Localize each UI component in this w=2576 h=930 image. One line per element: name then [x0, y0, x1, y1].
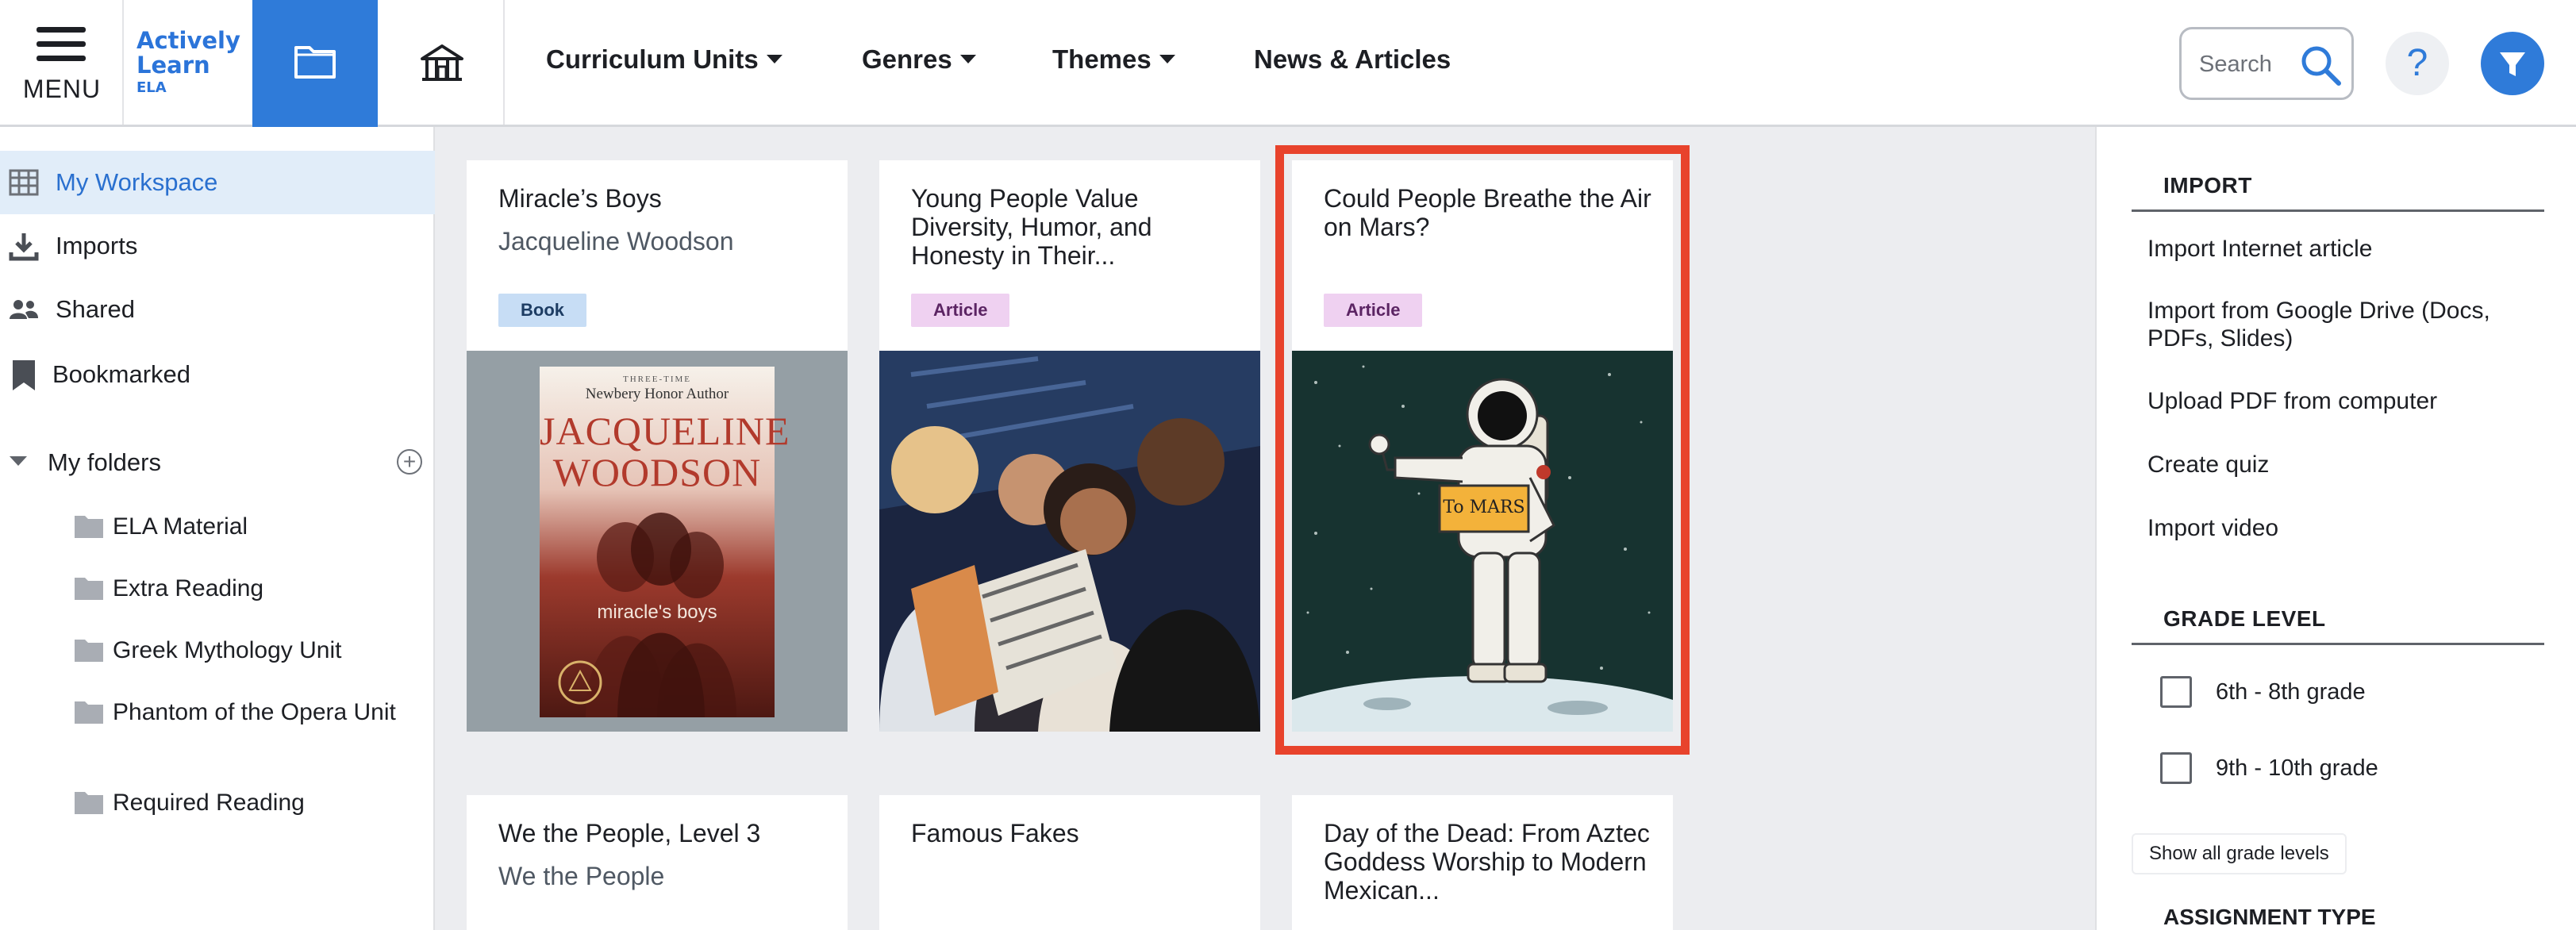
- grade-level-heading: GRADE LEVEL: [2132, 606, 2544, 645]
- grade-6-8-checkbox[interactable]: [2160, 676, 2192, 708]
- sidebar-item-imports[interactable]: Imports: [0, 214, 435, 278]
- left-sidebar: My Workspace Imports Shared Bookmarked M…: [0, 127, 435, 930]
- content-card[interactable]: Miracle’s Boys Jacqueline Woodson Book T: [467, 160, 848, 732]
- folder-icon: [75, 578, 103, 600]
- grade-9-10-checkbox[interactable]: [2160, 752, 2192, 784]
- content-card[interactable]: Famous Fakes: [879, 795, 1260, 930]
- upload-pdf-link[interactable]: Upload PDF from computer: [2147, 387, 2560, 415]
- collapse-caret-icon[interactable]: [10, 456, 27, 466]
- card-title[interactable]: Young People Value Diversity, Humor, and…: [911, 184, 1244, 270]
- folder-icon: [75, 701, 103, 724]
- content-card[interactable]: Day of the Dead: From Aztec Goddess Wors…: [1292, 795, 1673, 930]
- sidebar-item-label: Imports: [56, 232, 138, 259]
- content-card[interactable]: Young People Value Diversity, Humor, and…: [879, 160, 1260, 732]
- cover-top-text: THREE-TIME: [623, 375, 691, 384]
- card-title[interactable]: Famous Fakes: [911, 819, 1244, 847]
- grade-6-8-label: 6th - 8th grade: [2216, 679, 2366, 705]
- search-input[interactable]: [2199, 48, 2294, 80]
- assignment-type-heading: ASSIGNMENT TYPE: [2163, 905, 2376, 929]
- bookmark-icon: [13, 360, 35, 390]
- chevron-down-icon: [1159, 55, 1175, 63]
- grade-9-10-label: 9th - 10th grade: [2216, 755, 2378, 781]
- library-button[interactable]: [378, 0, 505, 125]
- article-photo-image: [879, 351, 1260, 732]
- nav-genres[interactable]: Genres: [862, 44, 976, 75]
- create-quiz-link[interactable]: Create quiz: [2147, 451, 2560, 478]
- cover-award-text: Newbery Honor Author: [585, 386, 729, 402]
- sidebar-item-my-workspace[interactable]: My Workspace: [0, 151, 435, 214]
- sidebar-item-shared[interactable]: Shared: [0, 278, 435, 341]
- import-heading: IMPORT: [2132, 173, 2544, 212]
- nav-news-articles[interactable]: News & Articles: [1254, 44, 1451, 75]
- search-box[interactable]: [2179, 27, 2354, 100]
- filter-button[interactable]: [2481, 32, 2544, 95]
- menu-label: MENU: [22, 75, 102, 103]
- download-icon: [9, 233, 39, 261]
- hamburger-icon: [37, 27, 86, 65]
- sidebar-item-label: My Workspace: [56, 168, 218, 196]
- content-type-badge: Book: [498, 294, 586, 327]
- content-type-badge: Article: [911, 294, 1010, 327]
- folder-icon: [75, 640, 103, 662]
- help-button[interactable]: ?: [2386, 32, 2449, 95]
- sidebar-item-bookmarked[interactable]: Bookmarked: [0, 343, 435, 406]
- my-folders-label: My folders: [48, 448, 161, 476]
- book-cover-image: THREE-TIME Newbery Honor Author JACQUELI…: [467, 351, 848, 732]
- import-google-drive-link[interactable]: Import from Google Drive (Docs, PDFs, Sl…: [2147, 297, 2560, 352]
- top-bar: MENU Actively Learn ELA Curriculum Units…: [0, 0, 2576, 127]
- card-title[interactable]: Day of the Dead: From Aztec Goddess Wors…: [1324, 819, 1657, 905]
- folder-icon: [294, 46, 336, 79]
- sidebar-item-label: Bookmarked: [52, 360, 191, 388]
- filter-funnel-icon: [2500, 52, 2525, 76]
- chevron-down-icon: [766, 55, 782, 63]
- content-card[interactable]: We the People, Level 3 We the People: [467, 795, 848, 930]
- library-building-icon: [421, 44, 463, 81]
- sidebar-item-label: Shared: [56, 295, 135, 323]
- nav-themes[interactable]: Themes: [1052, 44, 1175, 75]
- search-icon[interactable]: [2299, 44, 2343, 88]
- my-folders-header[interactable]: My folders +: [0, 439, 435, 486]
- highlight-box: [1275, 145, 1690, 755]
- card-title[interactable]: Miracle’s Boys: [498, 184, 832, 213]
- workspace-folder-button[interactable]: [252, 0, 378, 127]
- card-title[interactable]: We the People, Level 3: [498, 819, 832, 847]
- help-icon: ?: [2406, 42, 2428, 84]
- folder-icon: [75, 516, 103, 538]
- workspace-icon: [9, 169, 39, 196]
- chevron-down-icon: [959, 55, 976, 63]
- cover-author-line1: JACQUELINE: [540, 409, 790, 453]
- right-filter-panel: IMPORT Import Internet article Import fr…: [2095, 127, 2576, 930]
- people-icon: [10, 300, 38, 319]
- menu-button[interactable]: MENU: [0, 0, 124, 125]
- card-author: Jacqueline Woodson: [498, 227, 734, 256]
- nav-curriculum-units[interactable]: Curriculum Units: [546, 44, 782, 75]
- cover-author-line2: WOODSON: [552, 450, 762, 494]
- add-folder-icon[interactable]: +: [397, 449, 422, 475]
- show-all-grade-levels-button[interactable]: Show all grade levels: [2132, 833, 2347, 874]
- card-author: We the People: [498, 862, 665, 890]
- folder-icon: [75, 792, 103, 814]
- import-video-link[interactable]: Import video: [2147, 514, 2560, 542]
- actively-learn-logo[interactable]: Actively Learn ELA: [136, 29, 248, 100]
- import-internet-article-link[interactable]: Import Internet article: [2147, 235, 2560, 263]
- cover-book-title: miracle's boys: [597, 601, 717, 623]
